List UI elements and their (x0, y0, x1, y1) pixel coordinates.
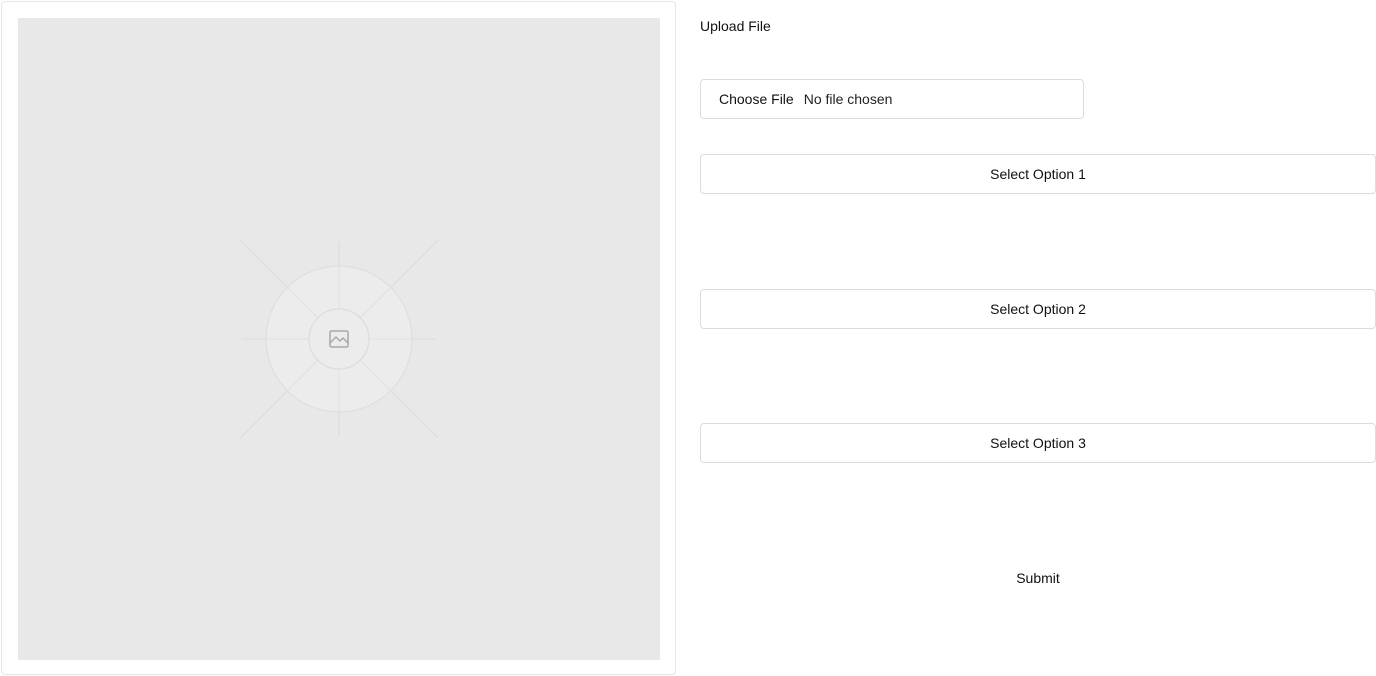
image-placeholder-icon (239, 239, 439, 439)
choose-file-button[interactable]: Choose File (719, 91, 794, 107)
image-preview-area (18, 18, 660, 660)
select-option-1-button[interactable]: Select Option 1 (700, 154, 1376, 194)
select-option-2-button[interactable]: Select Option 2 (700, 289, 1376, 329)
file-input[interactable]: Choose File No file chosen (700, 79, 1084, 119)
image-preview-card (1, 1, 676, 675)
file-status-text: No file chosen (803, 91, 893, 107)
upload-file-label: Upload File (700, 18, 771, 34)
submit-button[interactable]: Submit (700, 558, 1376, 598)
upload-form-page: Upload File Choose File No file chosen S… (0, 0, 1376, 676)
select-option-3-button[interactable]: Select Option 3 (700, 423, 1376, 463)
